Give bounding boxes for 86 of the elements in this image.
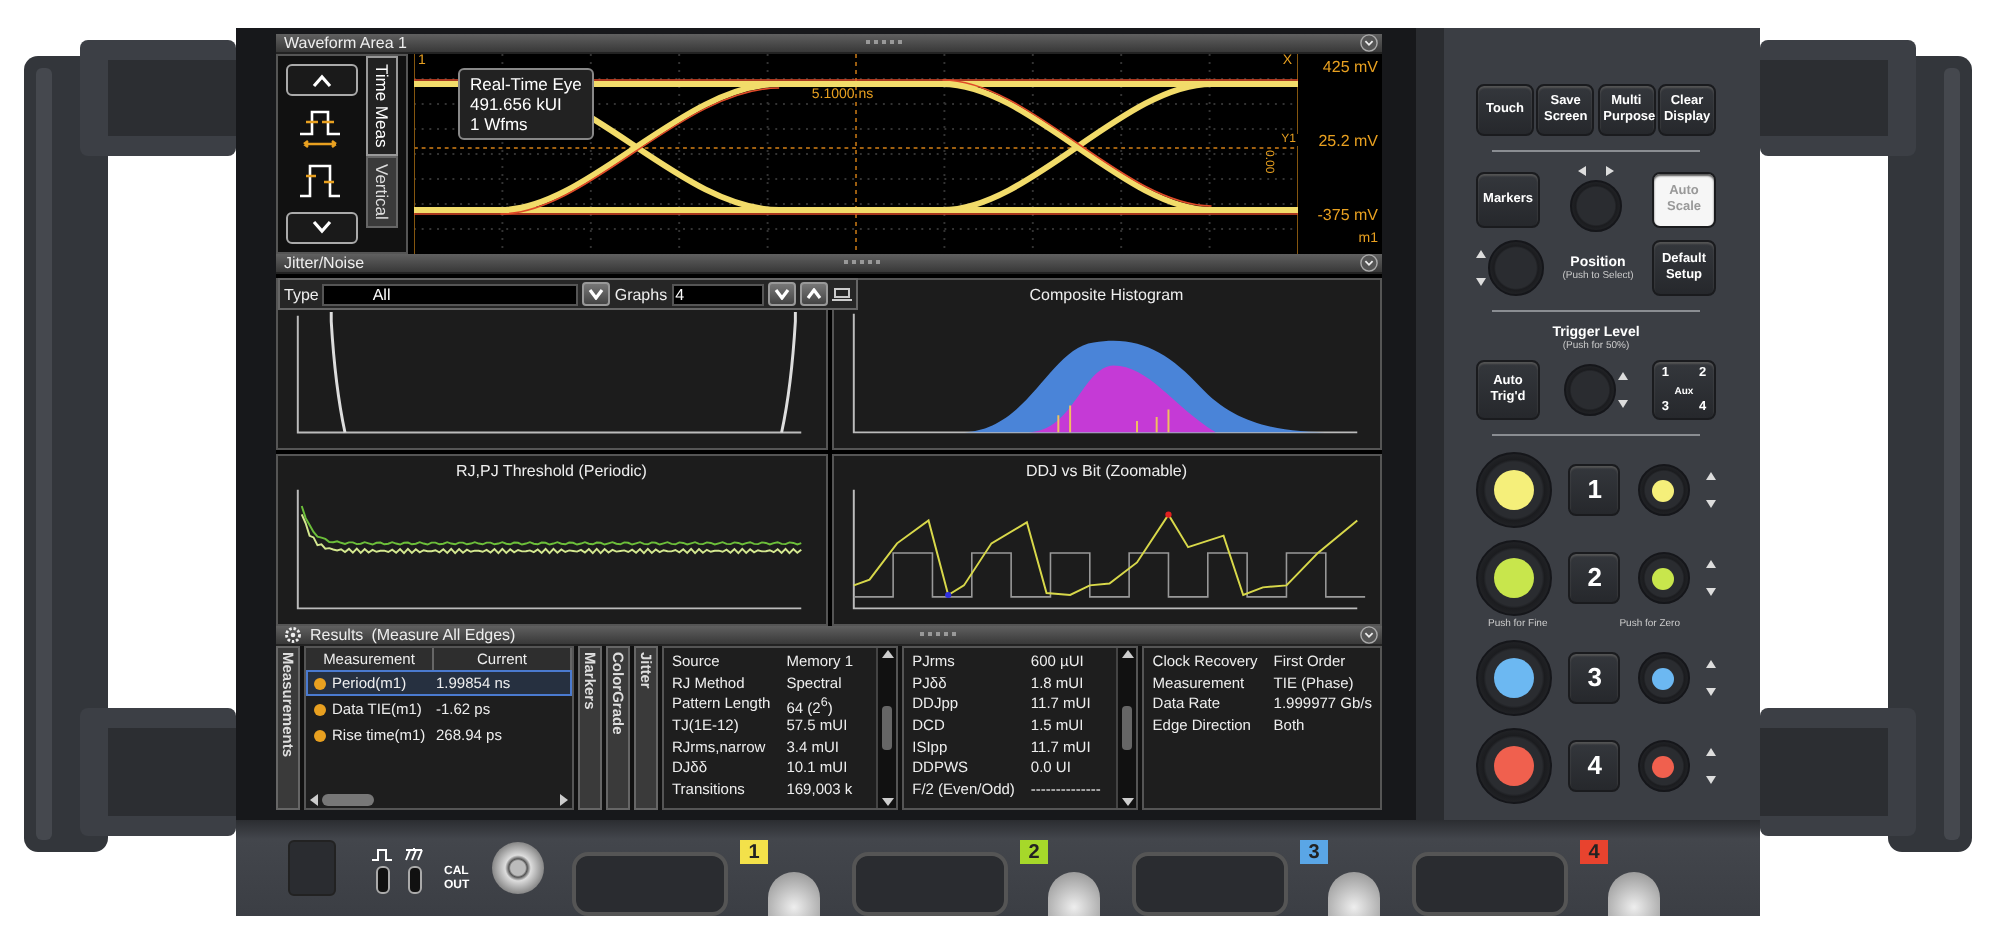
arrow-right-icon[interactable] bbox=[560, 793, 568, 805]
type-dropdown[interactable]: All bbox=[322, 283, 579, 305]
histogram-spikes bbox=[1056, 404, 1169, 434]
readout-text: 1 Wfms bbox=[470, 114, 530, 134]
scroll-up-button[interactable] bbox=[286, 64, 358, 97]
arrow-down-icon[interactable] bbox=[881, 798, 894, 806]
arrow-up-icon[interactable] bbox=[881, 650, 894, 658]
channel-button[interactable]: 2 bbox=[1568, 552, 1621, 604]
collapse-icon[interactable] bbox=[1360, 626, 1378, 644]
field-label: Type bbox=[284, 285, 319, 303]
arrow-up-icon[interactable] bbox=[1121, 650, 1134, 658]
offset-knob[interactable] bbox=[1637, 552, 1690, 604]
status-icon bbox=[314, 703, 326, 715]
port-cover bbox=[288, 840, 336, 896]
scrollbar-thumb[interactable] bbox=[1122, 706, 1133, 750]
offset-knob[interactable] bbox=[1637, 652, 1690, 704]
graph-title: DDJ vs Bit (Zoomable) bbox=[1026, 462, 1187, 480]
tab[interactable]: Time Meas bbox=[366, 56, 398, 156]
arrows-icon bbox=[1705, 660, 1716, 696]
collapse-icon[interactable] bbox=[1360, 254, 1378, 272]
arrows-icon bbox=[1705, 472, 1716, 508]
channel-badge: 3 bbox=[1300, 840, 1328, 864]
input-connector[interactable] bbox=[1608, 872, 1660, 916]
ground-icon bbox=[404, 848, 424, 862]
arrows-icon bbox=[1705, 748, 1716, 784]
channel-knob[interactable] bbox=[1476, 452, 1552, 528]
channel-knob[interactable] bbox=[1476, 540, 1552, 616]
channel-button[interactable]: 4 bbox=[1568, 740, 1621, 792]
max-point bbox=[1164, 511, 1171, 518]
settings-icon[interactable] bbox=[284, 626, 302, 644]
channel-badge: 2 bbox=[1020, 840, 1048, 864]
readout-text: 491.656 kUI bbox=[470, 94, 564, 114]
arrows-icon bbox=[1618, 372, 1628, 408]
chevron-down-icon bbox=[312, 220, 332, 235]
scale-label: 25.2 mV bbox=[1318, 132, 1378, 150]
panel-subtitle: (Measure All Edges) bbox=[371, 626, 516, 644]
arrows-icon bbox=[1578, 166, 1614, 176]
scale-label: -375 mV bbox=[1317, 206, 1378, 224]
input-connector[interactable] bbox=[1328, 872, 1380, 916]
bnc-connector[interactable] bbox=[492, 842, 544, 894]
probe-terminal[interactable] bbox=[375, 866, 389, 894]
increment-button[interactable] bbox=[799, 282, 828, 306]
grip-icon[interactable] bbox=[865, 40, 902, 46]
pulse-icon bbox=[372, 848, 392, 862]
decrement-button[interactable] bbox=[767, 282, 796, 306]
arrow-left-icon[interactable] bbox=[310, 793, 318, 805]
scrollbar[interactable] bbox=[1116, 648, 1137, 808]
arrows-icon bbox=[1705, 560, 1716, 596]
graphs-field[interactable]: 4 bbox=[671, 283, 764, 305]
graph-title: Composite Histogram bbox=[1029, 286, 1184, 304]
bathtub-curve bbox=[329, 312, 347, 433]
scale-label: 425 mV bbox=[1322, 58, 1378, 76]
status-icon bbox=[314, 677, 326, 689]
status-icon bbox=[314, 729, 326, 741]
channel-button[interactable]: 1 bbox=[1568, 464, 1621, 516]
dropdown-button[interactable] bbox=[582, 282, 611, 306]
channel-button[interactable]: 3 bbox=[1568, 652, 1621, 704]
min-point bbox=[944, 591, 951, 599]
grip-icon[interactable] bbox=[844, 260, 880, 266]
horizontal-scrollbar[interactable] bbox=[306, 790, 572, 808]
tab[interactable]: Vertical bbox=[366, 155, 398, 228]
window-icon[interactable] bbox=[831, 286, 852, 302]
collapse-icon[interactable] bbox=[1360, 34, 1378, 52]
channel-knob[interactable] bbox=[1476, 640, 1552, 716]
panel-title: Results bbox=[310, 626, 364, 644]
scrollbar[interactable] bbox=[876, 648, 897, 808]
offset-knob[interactable] bbox=[1637, 464, 1690, 516]
channel-badge: 1 bbox=[740, 840, 768, 864]
scroll-down-button[interactable] bbox=[286, 211, 358, 244]
graph-title: RJ,PJ Threshold (Periodic) bbox=[456, 462, 647, 480]
scrollbar-thumb[interactable] bbox=[322, 793, 374, 805]
panel-title: Waveform Area 1 bbox=[284, 34, 408, 52]
readout-text: Real-Time Eye bbox=[470, 74, 582, 94]
scrollbar-thumb[interactable] bbox=[882, 706, 893, 750]
probe-terminal[interactable] bbox=[407, 866, 421, 894]
arrow-down-icon[interactable] bbox=[1121, 798, 1134, 806]
input-connector[interactable] bbox=[1048, 872, 1100, 916]
grip-icon[interactable] bbox=[919, 632, 956, 638]
panel-title: Jitter/Noise bbox=[284, 254, 365, 272]
bathtub-curve bbox=[780, 312, 797, 433]
arrows-icon bbox=[1476, 250, 1486, 286]
input-connector[interactable] bbox=[768, 872, 820, 916]
chevron-up-icon bbox=[312, 73, 332, 88]
channel-badge: 4 bbox=[1580, 840, 1608, 864]
field-label: Graphs bbox=[614, 285, 668, 303]
chevron-icon bbox=[588, 288, 605, 300]
